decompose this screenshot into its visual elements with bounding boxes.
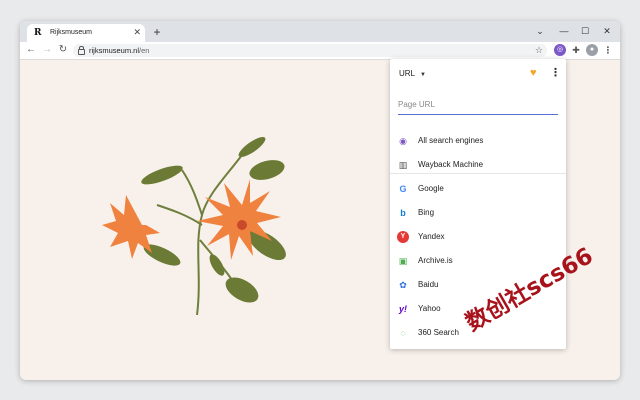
more-options-icon[interactable]: ⋮ [550,66,561,80]
engine-bing[interactable]: b Bing [390,202,566,224]
360-icon: ◌ [400,328,406,338]
page-url-input[interactable] [398,94,558,115]
google-icon: G [399,184,407,194]
heart-icon[interactable]: ♥ [530,66,537,80]
bookmark-star-icon[interactable]: ☆ [535,44,543,57]
botanical-flower-illustration [102,136,286,315]
yandex-icon: Y [397,231,409,243]
popup-header: URL ▼ ♥ ⋮ [390,59,566,89]
rijksmuseum-favicon-icon: R [34,28,42,38]
search-engines-extension-icon[interactable]: ◎ [554,44,566,56]
baidu-icon: ✿ [399,280,407,290]
engine-wayback-machine[interactable]: ▥ Wayback Machine [390,154,566,176]
extensions-puzzle-icon[interactable]: ✚ [570,44,582,56]
engine-yandex[interactable]: Y Yandex [390,226,566,248]
bing-icon: b [400,208,406,218]
archive-icon: ▣ [398,256,408,266]
engine-google[interactable]: G Google [390,178,566,200]
yahoo-icon: y! [398,304,407,314]
profile-avatar[interactable]: ● [586,44,598,56]
search-mode-select[interactable]: URL ▼ [399,69,426,80]
toolbar: ← → ↻ rijksmuseum.nl/en ☆ ◎ ✚ ● ⋮ [20,42,620,60]
tab-rijksmuseum[interactable]: R Rijksmuseum ✕ [27,24,145,42]
close-tab-icon[interactable]: ✕ [133,27,141,37]
caret-down-icon: ▼ [420,72,426,78]
engine-all-search-engines[interactable]: ◉ All search engines [390,130,566,152]
address-bar[interactable]: rijksmuseum.nl/en ☆ [73,44,547,57]
globe-icon: ◉ [399,136,407,146]
back-button[interactable]: ← [25,44,37,56]
tab-strip: R Rijksmuseum ✕ + ⌄ — ☐ ✕ [20,21,620,42]
close-window-button[interactable]: ✕ [600,24,614,38]
reload-button[interactable]: ↻ [57,44,69,56]
maximize-button[interactable]: ☐ [578,24,592,38]
tab-search-icon[interactable]: ⌄ [533,24,547,38]
url-text: rijksmuseum.nl/en [89,46,150,55]
minimize-button[interactable]: — [557,24,571,38]
forward-button[interactable]: → [41,44,53,56]
browser-window: R Rijksmuseum ✕ + ⌄ — ☐ ✕ ← → ↻ rijksmus… [20,21,620,380]
tab-title: Rijksmuseum [50,29,93,36]
wayback-icon: ▥ [398,160,408,170]
lock-icon[interactable] [78,46,85,55]
browser-menu-icon[interactable]: ⋮ [602,44,614,56]
new-tab-button[interactable]: + [150,25,164,39]
